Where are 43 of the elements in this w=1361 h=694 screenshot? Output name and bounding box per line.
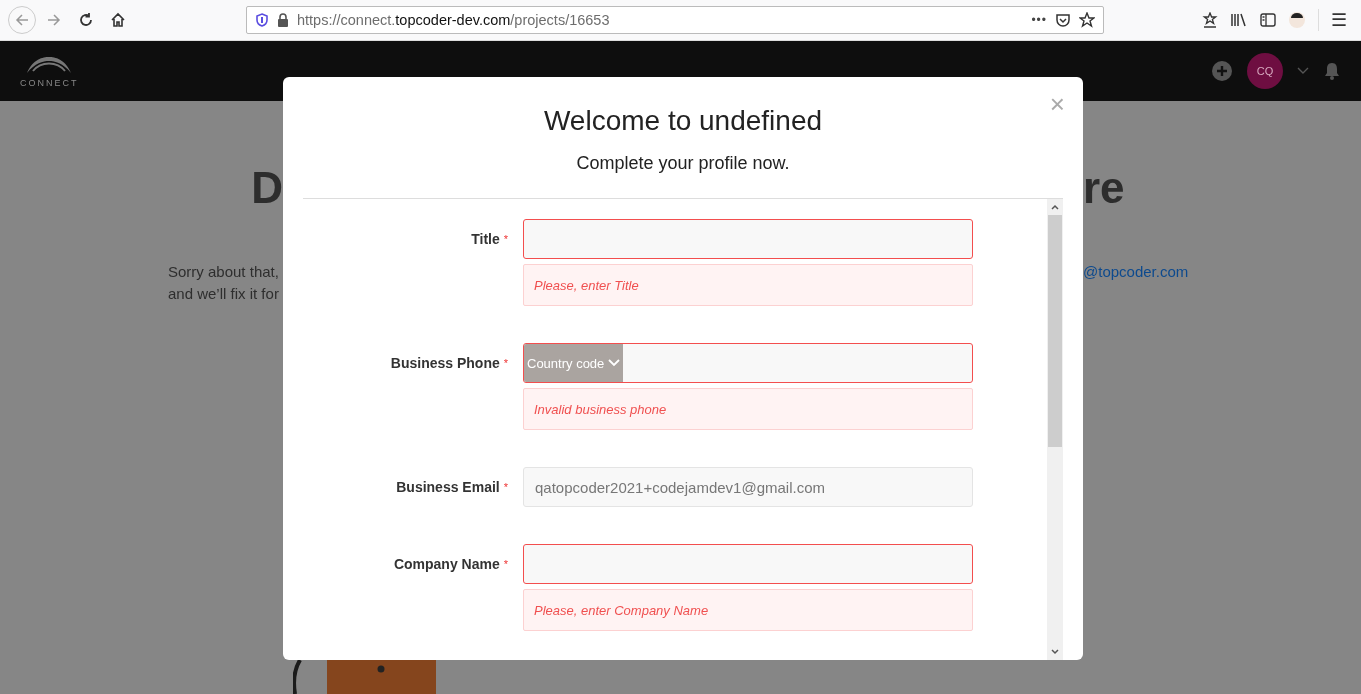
menu-button[interactable]: ☰ <box>1318 9 1349 31</box>
address-bar[interactable]: https://connect.topcoder-dev.com/projects/16653 ••• <box>246 6 1104 34</box>
logo-text: CONNECT <box>20 77 79 88</box>
required-mark: * <box>503 357 508 369</box>
error-message: Please, enter Title <box>523 264 973 306</box>
dialog-title: Welcome to undefined <box>542 105 824 137</box>
account-avatar-icon[interactable] <box>1288 11 1306 29</box>
required-mark: * <box>503 233 508 245</box>
required-mark: * <box>503 481 508 493</box>
scrollbar[interactable] <box>1047 199 1063 660</box>
library-icon[interactable] <box>1230 12 1248 28</box>
pocket-icon[interactable] <box>1055 12 1071 28</box>
chevron-down-icon <box>608 359 621 367</box>
forward-arrow-icon <box>46 12 62 28</box>
bookmark-star-icon[interactable] <box>1202 12 1218 28</box>
field-label: Business Phone <box>390 355 500 371</box>
input-field[interactable] <box>523 219 973 259</box>
field-label: Business Email <box>396 479 500 495</box>
url-text: https://connect.topcoder-dev.com/projects/16653 <box>297 12 611 28</box>
sidebar-icon[interactable] <box>1260 12 1276 28</box>
back-arrow-icon <box>14 12 30 28</box>
field-label: Title <box>471 231 500 247</box>
star-icon[interactable] <box>1079 12 1095 28</box>
page-text-line: and we’ll fix it for <box>168 284 280 304</box>
page-heading-fragment: re <box>1083 163 1125 212</box>
page-heading-fragment: D <box>251 163 283 213</box>
error-message: Please, enter Company Name <box>523 589 973 631</box>
page-text-line: Sorry about that, <box>168 262 280 282</box>
lock-icon <box>277 13 289 27</box>
shield-icon <box>255 13 269 27</box>
home-icon <box>110 12 126 28</box>
error-message: Invalid business phone <box>523 388 973 430</box>
field-label: Company Name <box>393 556 500 572</box>
bell-icon[interactable] <box>1323 62 1341 80</box>
user-avatar[interactable]: CQ <box>1247 53 1283 89</box>
reload-icon <box>78 12 94 28</box>
required-mark: * <box>503 558 508 570</box>
chevron-down-icon[interactable] <box>1297 67 1309 75</box>
input-field[interactable] <box>523 544 973 584</box>
plus-circle-icon[interactable] <box>1211 60 1233 82</box>
more-actions-button[interactable]: ••• <box>1031 13 1047 27</box>
dialog-subtitle: Complete your profile now. <box>575 153 791 174</box>
connect-logo[interactable]: CONNECT <box>20 54 79 88</box>
